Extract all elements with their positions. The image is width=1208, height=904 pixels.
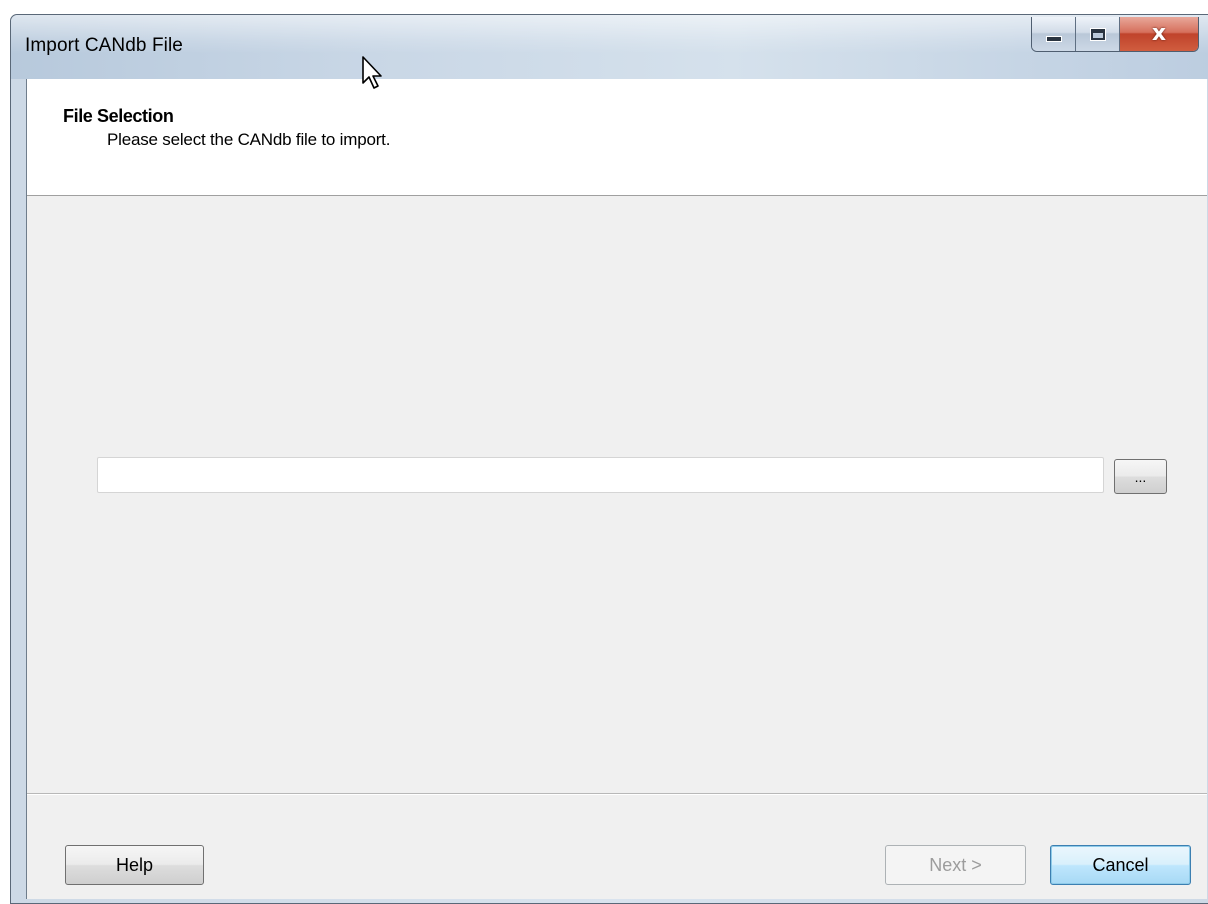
help-button[interactable]: Help	[65, 845, 204, 885]
maximize-button[interactable]	[1076, 17, 1120, 51]
mouse-pointer-icon	[362, 56, 382, 89]
browse-button[interactable]: ...	[1114, 459, 1167, 494]
next-button: Next >	[885, 845, 1026, 885]
cancel-button[interactable]: Cancel	[1050, 845, 1191, 885]
close-button[interactable]: x	[1120, 17, 1198, 51]
close-icon: x	[1151, 21, 1167, 46]
minimize-button[interactable]	[1032, 17, 1076, 51]
title-bar[interactable]: Import CANdb File x	[11, 15, 1208, 79]
maximize-icon	[1090, 28, 1105, 40]
window-title: Import CANdb File	[25, 35, 183, 56]
dialog-body: File Selection Please select the CANdb f…	[26, 79, 1207, 899]
file-path-input[interactable]	[97, 457, 1104, 493]
caption-buttons: x	[1031, 17, 1199, 52]
wizard-header: File Selection Please select the CANdb f…	[27, 79, 1207, 196]
page-title: File Selection	[63, 106, 174, 126]
import-candb-dialog: Import CANdb File x File Selection Pleas…	[10, 14, 1208, 904]
page-subtitle: Please select the CANdb file to import.	[107, 130, 391, 149]
footer-separator	[27, 793, 1207, 794]
minimize-icon	[1045, 36, 1062, 42]
